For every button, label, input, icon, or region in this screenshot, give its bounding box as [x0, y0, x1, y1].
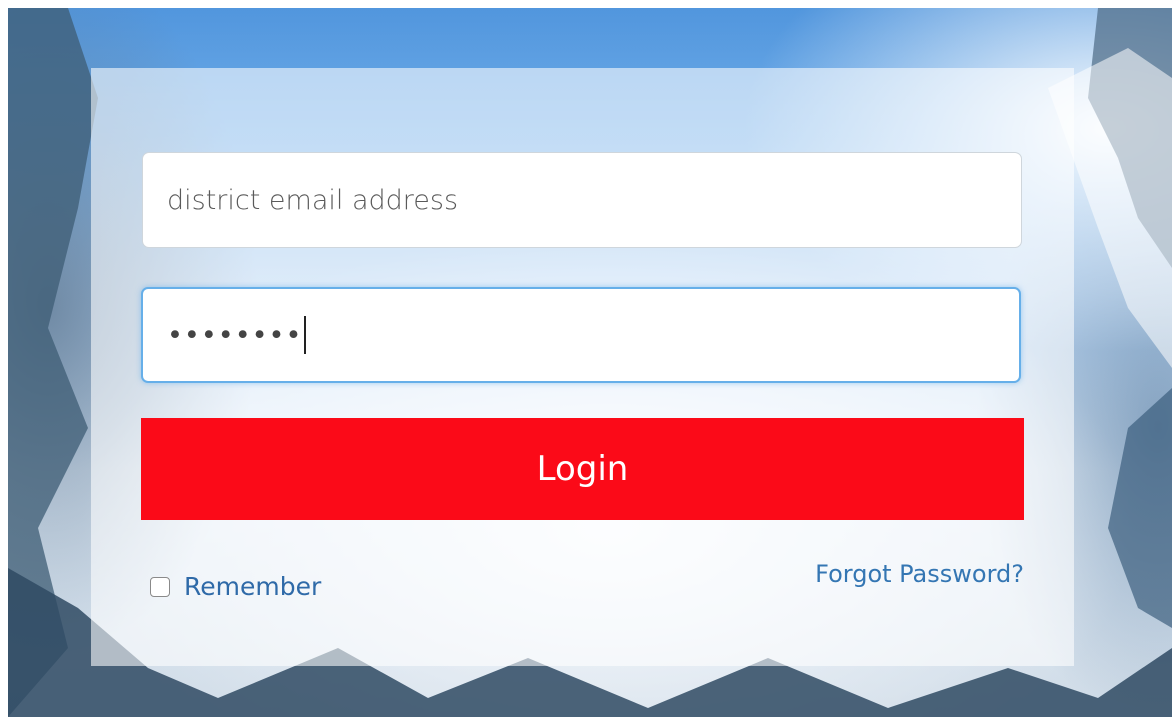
- forgot-password-link[interactable]: Forgot Password?: [815, 560, 1024, 588]
- login-button[interactable]: Login: [141, 418, 1024, 520]
- remember-label: Remember: [184, 572, 322, 601]
- login-button-label: Login: [536, 449, 629, 489]
- password-field[interactable]: ••••••••: [141, 287, 1021, 383]
- remember-checkbox[interactable]: [150, 576, 170, 597]
- password-value: ••••••••: [167, 319, 303, 351]
- remember-option[interactable]: Remember: [150, 572, 321, 601]
- email-field[interactable]: district email address: [142, 152, 1022, 248]
- email-placeholder: district email address: [167, 184, 459, 216]
- text-caret: [304, 316, 307, 354]
